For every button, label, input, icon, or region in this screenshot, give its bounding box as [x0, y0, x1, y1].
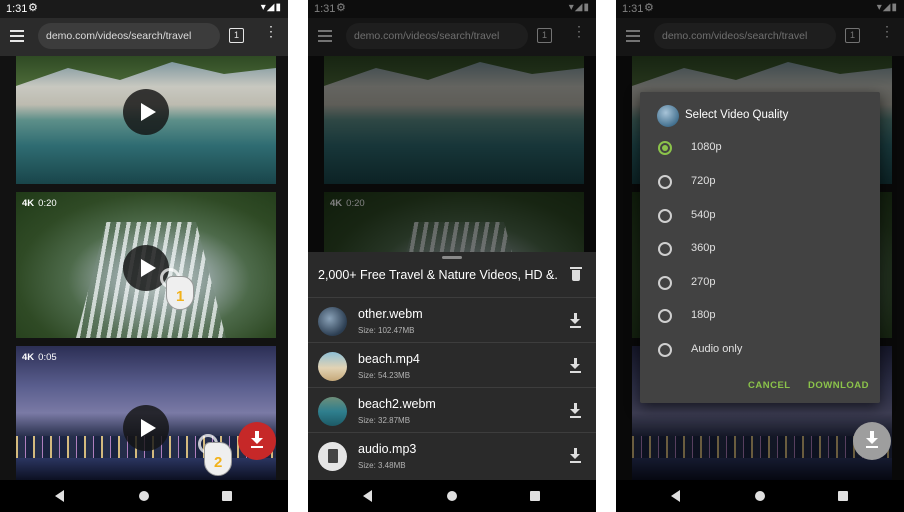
signal-battery-icons: ▾◢▮ [260, 2, 282, 13]
back-icon[interactable] [671, 490, 680, 502]
tap-gesture-icon: 1 [158, 268, 198, 312]
quality-option-270p[interactable]: 270p [658, 273, 858, 293]
radio-icon[interactable] [658, 209, 672, 223]
file-thumbnail [318, 307, 347, 336]
download-icon[interactable] [570, 313, 582, 329]
quality-option-audio-only[interactable]: Audio only [658, 340, 858, 360]
download-list-item[interactable]: other.webm Size: 102.47MB [308, 297, 596, 342]
video-badge: 4K0:20 [22, 198, 57, 209]
download-list-item[interactable]: beach2.webm Size: 32.87MB [308, 387, 596, 432]
recents-icon[interactable] [222, 491, 232, 501]
hamburger-menu-icon[interactable] [10, 30, 24, 42]
system-nav-bar [308, 480, 596, 512]
video-card[interactable]: 4K 0:05 [16, 346, 276, 480]
file-size: Size: 32.87MB [358, 416, 411, 425]
file-size: Size: 102.47MB [358, 326, 415, 335]
system-nav-bar [616, 480, 904, 512]
status-bar: 1:31 ⚙ ▾◢▮ [0, 0, 288, 18]
quality-option-1080p[interactable]: 1080p [658, 138, 858, 158]
download-icon[interactable] [570, 448, 582, 464]
quality-option-label: 270p [691, 276, 716, 288]
status-time: 1:31 [6, 3, 28, 15]
overflow-menu-icon[interactable]: ⋮ [264, 24, 278, 38]
video-thumbnail [16, 56, 276, 86]
quality-option-360p[interactable]: 360p [658, 239, 858, 259]
file-name: audio.mp3 [358, 442, 417, 456]
file-icon [318, 442, 347, 471]
recents-icon[interactable] [838, 491, 848, 501]
quality-option-720p[interactable]: 720p [658, 172, 858, 192]
page-content: 4K 0:20 1 4K 0:05 [0, 56, 288, 480]
home-icon[interactable] [755, 491, 765, 501]
cancel-button[interactable]: CANCEL [748, 380, 791, 391]
file-size: Size: 54.23MB [358, 371, 411, 380]
radio-icon[interactable] [658, 242, 672, 256]
download-icon [250, 431, 264, 449]
radio-icon[interactable] [658, 343, 672, 357]
radio-icon[interactable] [658, 175, 672, 189]
gear-icon: ⚙ [28, 2, 38, 14]
gesture-step-number: 2 [214, 454, 223, 471]
home-icon[interactable] [447, 491, 457, 501]
back-icon[interactable] [363, 490, 372, 502]
file-thumbnail [318, 352, 347, 381]
sheet-title: 2,000+ Free Travel & Nature Videos, HD &… [318, 268, 558, 282]
download-icon[interactable] [570, 358, 582, 374]
quality-option-label: 360p [691, 242, 716, 254]
quality-option-label: 180p [691, 309, 716, 321]
radio-icon[interactable] [658, 276, 672, 290]
file-name: other.webm [358, 307, 423, 321]
radio-selected-icon[interactable] [658, 141, 672, 155]
tap-gesture-icon: 2 [196, 434, 236, 478]
phone-screen-browse: 1:31 ⚙ ▾◢▮ demo.com/videos/search/travel… [0, 0, 288, 512]
quality-option-label: 1080p [691, 141, 722, 153]
phone-screen-quality-dialog: 1:31 ⚙ ▾◢▮ demo.com/videos/search/travel… [616, 0, 904, 512]
download-fab-button [853, 422, 891, 460]
file-size: Size: 3.48MB [358, 461, 406, 470]
gesture-step-number: 1 [176, 288, 185, 305]
quality-option-180p[interactable]: 180p [658, 306, 858, 326]
video-card[interactable] [16, 56, 276, 184]
dialog-title: Select Video Quality [685, 109, 789, 121]
play-icon[interactable] [123, 89, 169, 135]
quality-option-540p[interactable]: 540p [658, 206, 858, 226]
tab-count-button[interactable]: 1 [229, 28, 244, 43]
download-icon[interactable] [570, 403, 582, 419]
download-bottom-sheet: 2,000+ Free Travel & Nature Videos, HD &… [308, 252, 596, 480]
quality-option-label: 540p [691, 209, 716, 221]
file-name: beach2.webm [358, 397, 436, 411]
back-icon[interactable] [55, 490, 64, 502]
play-icon[interactable] [123, 405, 169, 451]
phone-screen-download-list: 1:31 ⚙ ▾◢▮ demo.com/videos/search/travel… [308, 0, 596, 512]
download-fab-button[interactable] [238, 422, 276, 460]
browser-toolbar: demo.com/videos/search/travel 1 ⋮ [0, 18, 288, 56]
home-icon[interactable] [139, 491, 149, 501]
system-nav-bar [0, 480, 288, 512]
download-button[interactable]: DOWNLOAD [808, 380, 869, 391]
file-thumbnail [318, 397, 347, 426]
video-card[interactable]: 4K 0:20 1 [16, 192, 276, 338]
recents-icon[interactable] [530, 491, 540, 501]
radio-icon[interactable] [658, 309, 672, 323]
quality-option-label: 720p [691, 175, 716, 187]
trash-icon[interactable] [570, 267, 582, 281]
url-bar[interactable]: demo.com/videos/search/travel [38, 23, 220, 49]
quality-dialog: Select Video Quality 1080p 720p 540p 360… [640, 92, 880, 403]
quality-option-label: Audio only [691, 343, 743, 355]
video-thumbnail-icon [657, 105, 679, 127]
download-list-item[interactable]: audio.mp3 Size: 3.48MB [308, 432, 596, 477]
download-icon [865, 431, 879, 449]
sheet-drag-handle[interactable] [442, 256, 462, 259]
download-list-item[interactable]: beach.mp4 Size: 54.23MB [308, 342, 596, 387]
file-name: beach.mp4 [358, 352, 420, 366]
video-thumbnail-water [16, 458, 276, 480]
video-badge: 4K 0:05 [22, 352, 57, 363]
